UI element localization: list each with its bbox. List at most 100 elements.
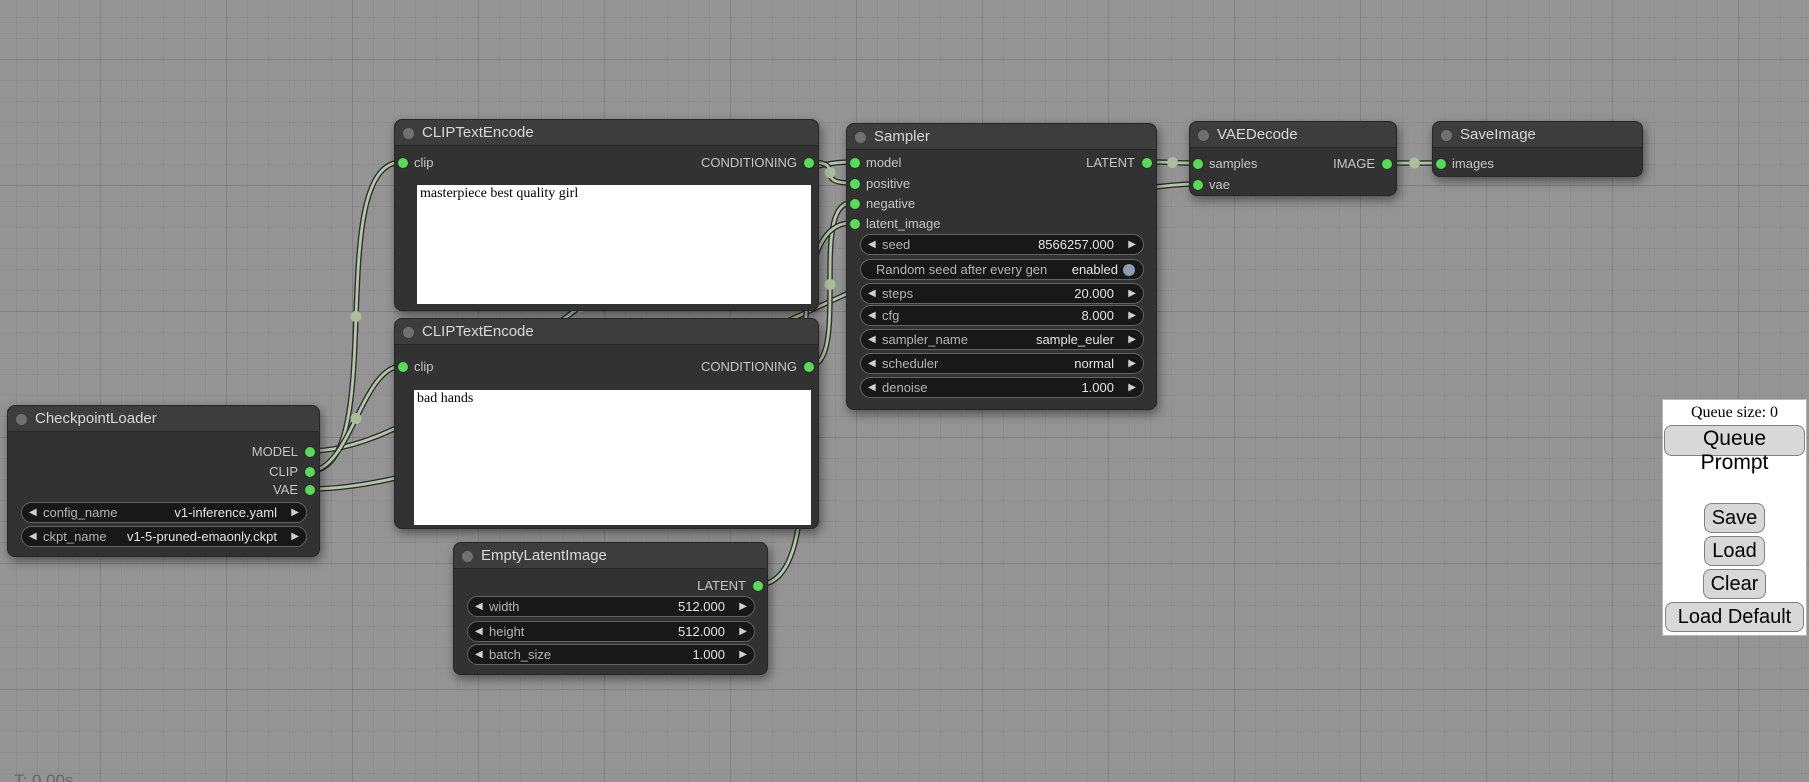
node-save-image[interactable]: SaveImageimages — [1432, 121, 1643, 177]
output-port-CONDITIONING[interactable] — [804, 158, 814, 168]
collapse-dot-icon[interactable] — [16, 414, 27, 425]
widget-batch_size[interactable]: ◀batch_size1.000▶ — [467, 644, 755, 665]
widget-ckpt_name[interactable]: ◀ckpt_name v1-5-pruned-emaonly.ckpt ▶ — [21, 526, 307, 547]
output-port-MODEL[interactable] — [305, 447, 315, 457]
output-port-CLIP[interactable] — [305, 467, 315, 477]
widget-denoise[interactable]: ◀denoise1.000▶ — [860, 377, 1144, 398]
node-title: VAEDecode — [1217, 122, 1298, 147]
decrement-arrow-icon[interactable]: ◀ — [868, 234, 880, 255]
increment-arrow-icon[interactable]: ▶ — [1124, 234, 1136, 255]
output-port-LATENT[interactable] — [753, 581, 763, 591]
decrement-arrow-icon[interactable]: ◀ — [868, 329, 880, 350]
node-titlebar[interactable]: CheckpointLoader — [8, 406, 319, 432]
input-port-positive[interactable] — [850, 179, 860, 189]
node-titlebar[interactable]: EmptyLatentImage — [454, 543, 767, 569]
output-port-IMAGE[interactable] — [1382, 159, 1392, 169]
collapse-dot-icon[interactable] — [1198, 130, 1209, 141]
widget-value: v1-5-pruned-emaonly.ckpt — [127, 529, 277, 544]
increment-arrow-icon[interactable]: ▶ — [287, 526, 299, 547]
node-titlebar[interactable]: VAEDecode — [1190, 122, 1396, 148]
output-port-label: VAE — [273, 482, 298, 498]
collapse-dot-icon[interactable] — [1441, 130, 1452, 141]
widget-label: seed — [882, 237, 910, 252]
increment-arrow-icon[interactable]: ▶ — [287, 502, 299, 523]
decrement-arrow-icon[interactable]: ◀ — [29, 502, 41, 523]
prompt-textarea[interactable]: bad hands — [414, 390, 811, 525]
node-clip-text-encode-positive[interactable]: CLIPTextEncodeclipCONDITIONINGmasterpiec… — [394, 119, 819, 311]
widget-random-seed-after-every-gen[interactable]: Random seed after every genenabled — [860, 259, 1144, 280]
input-port-images[interactable] — [1436, 159, 1446, 169]
increment-arrow-icon[interactable]: ▶ — [735, 621, 747, 642]
node-checkpoint-loader[interactable]: CheckpointLoaderMODELCLIPVAE◀config_name… — [7, 405, 320, 557]
node-empty-latent-image[interactable]: EmptyLatentImageLATENT◀width512.000▶◀hei… — [453, 542, 768, 675]
node-title: CLIPTextEncode — [422, 120, 534, 145]
output-port-label: CONDITIONING — [701, 359, 797, 375]
node-clip-text-encode-negative[interactable]: CLIPTextEncode clip CONDITIONING bad hands — [394, 318, 819, 529]
collapse-dot-icon[interactable] — [462, 551, 473, 562]
widget-value: 20.000 — [1074, 286, 1114, 301]
load-button[interactable]: Load — [1704, 536, 1765, 566]
decrement-arrow-icon[interactable]: ◀ — [475, 644, 487, 665]
link-midpoint-dot — [1409, 158, 1420, 169]
save-button[interactable]: Save — [1704, 503, 1766, 533]
input-port-samples[interactable] — [1193, 159, 1203, 169]
output-port-CONDITIONING[interactable] — [804, 362, 814, 372]
increment-arrow-icon[interactable]: ▶ — [1124, 329, 1136, 350]
link-wire — [310, 366, 402, 471]
collapse-dot-icon[interactable] — [403, 327, 414, 338]
input-port-label: clip — [414, 155, 434, 171]
decrement-arrow-icon[interactable]: ◀ — [868, 377, 880, 398]
increment-arrow-icon[interactable]: ▶ — [735, 596, 747, 617]
widget-label: steps — [882, 286, 913, 301]
widget-value: 1.000 — [692, 647, 725, 662]
output-port-label: LATENT — [1086, 155, 1135, 171]
input-port-latent_image[interactable] — [850, 219, 860, 229]
prompt-textarea[interactable]: masterpiece best quality girl — [417, 185, 811, 304]
widget-sampler_name[interactable]: ◀sampler_namesample_euler▶ — [860, 329, 1144, 350]
node-title: SaveImage — [1460, 122, 1536, 147]
input-port-clip[interactable] — [398, 362, 408, 372]
increment-arrow-icon[interactable]: ▶ — [1124, 283, 1136, 304]
input-port-clip[interactable] — [398, 158, 408, 168]
widget-cfg[interactable]: ◀cfg8.000▶ — [860, 305, 1144, 326]
output-port-label: MODEL — [252, 444, 298, 460]
decrement-arrow-icon[interactable]: ◀ — [868, 353, 880, 374]
decrement-arrow-icon[interactable]: ◀ — [868, 305, 880, 326]
increment-arrow-icon[interactable]: ▶ — [1124, 353, 1136, 374]
node-vae-decode[interactable]: VAEDecodesamplesvaeIMAGE — [1189, 121, 1397, 196]
collapse-dot-icon[interactable] — [403, 128, 414, 139]
clear-button[interactable]: Clear — [1703, 569, 1767, 599]
decrement-arrow-icon[interactable]: ◀ — [475, 596, 487, 617]
node-titlebar[interactable]: Sampler — [847, 124, 1156, 150]
input-port-model[interactable] — [850, 158, 860, 168]
toggle-dot-icon[interactable] — [1123, 264, 1135, 276]
widget-label: ckpt_name — [43, 529, 107, 544]
input-port-label: clip — [414, 359, 434, 375]
comfyui-canvas[interactable]: CheckpointLoaderMODELCLIPVAE◀config_name… — [0, 0, 1809, 782]
node-titlebar[interactable]: CLIPTextEncode — [395, 319, 818, 345]
widget-scheduler[interactable]: ◀schedulernormal▶ — [860, 353, 1144, 374]
widget-seed[interactable]: ◀seed8566257.000▶ — [860, 234, 1144, 255]
comfy-menu-panel[interactable]: Queue size: 0 Queue Prompt Save Load Cle… — [1662, 399, 1807, 636]
increment-arrow-icon[interactable]: ▶ — [735, 644, 747, 665]
decrement-arrow-icon[interactable]: ◀ — [868, 283, 880, 304]
queue-prompt-button[interactable]: Queue Prompt — [1664, 425, 1805, 456]
widget-steps[interactable]: ◀steps 20.000 ▶ — [860, 283, 1144, 304]
input-port-negative[interactable] — [850, 199, 860, 209]
output-port-VAE[interactable] — [305, 485, 315, 495]
node-sampler[interactable]: Samplermodelpositivenegativelatent_image… — [846, 123, 1157, 410]
widget-width[interactable]: ◀width512.000▶ — [467, 596, 755, 617]
output-port-LATENT[interactable] — [1142, 158, 1152, 168]
widget-height[interactable]: ◀height512.000▶ — [467, 621, 755, 642]
node-titlebar[interactable]: CLIPTextEncode — [395, 120, 818, 146]
node-titlebar[interactable]: SaveImage — [1433, 122, 1642, 148]
decrement-arrow-icon[interactable]: ◀ — [29, 526, 41, 547]
collapse-dot-icon[interactable] — [855, 132, 866, 143]
input-port-vae[interactable] — [1193, 180, 1203, 190]
widget-config_name[interactable]: ◀config_namev1-inference.yaml▶ — [21, 502, 307, 523]
load-default-button[interactable]: Load Default — [1665, 602, 1804, 632]
node-title: Sampler — [874, 124, 930, 149]
increment-arrow-icon[interactable]: ▶ — [1124, 377, 1136, 398]
decrement-arrow-icon[interactable]: ◀ — [475, 621, 487, 642]
increment-arrow-icon[interactable]: ▶ — [1124, 305, 1136, 326]
